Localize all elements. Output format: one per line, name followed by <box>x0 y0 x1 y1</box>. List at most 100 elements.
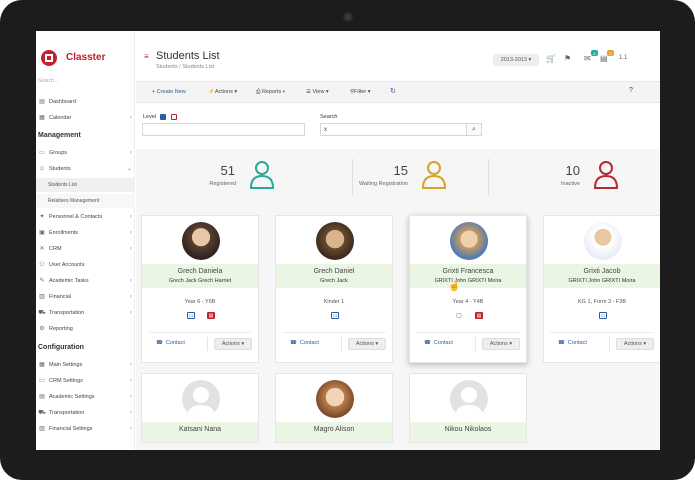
student-parents: GRIXTI John GRIXTI Moira <box>568 278 636 284</box>
registered-count: 51 <box>220 163 235 178</box>
level-checkbox-checked[interactable] <box>160 114 166 120</box>
pdf-icon[interactable]: ▤ <box>475 312 483 319</box>
student-parents: Grech Jack <box>320 278 348 284</box>
student-photo[interactable] <box>182 222 220 260</box>
student-card[interactable]: Katsani Nana <box>141 373 259 443</box>
contact-button[interactable]: ☎ Contact <box>558 340 587 346</box>
sidebar-item-enrollments[interactable]: ▣ Enrollments ‹ <box>36 227 135 238</box>
level-select[interactable] <box>142 123 305 136</box>
student-name[interactable]: Nikou Nikolaos <box>410 426 526 433</box>
student-name[interactable]: Katsani Nana <box>142 426 258 433</box>
stats-panel: 51 Registered 15 Waiting Registration 10… <box>136 149 660 205</box>
dashboard-icon: ▤ <box>39 99 45 105</box>
actions-dropdown[interactable]: Actions ▾ <box>214 338 252 350</box>
student-photo[interactable] <box>316 222 354 260</box>
calendar-icon: ▦ <box>39 115 45 121</box>
search-label: Search <box>320 114 338 120</box>
waiting-count: 15 <box>393 163 408 178</box>
student-name[interactable]: Grixti Jacob <box>544 268 660 275</box>
chevron-left-icon: ‹ <box>130 149 132 156</box>
student-class: KG 1, Form 3 - F3B <box>578 299 626 305</box>
sidebar-item-financial[interactable]: ▥ Financial ‹ <box>36 291 135 302</box>
student-card[interactable]: Magro Alison <box>275 373 393 443</box>
reports-menu[interactable]: ⎙ Reports ▾ <box>256 89 285 96</box>
sidebar-item-user-accounts[interactable]: ⚇ User Accounts <box>36 259 135 270</box>
contact-button[interactable]: ☎ Contact <box>156 340 185 346</box>
list-icon: ☰ <box>306 89 311 95</box>
actions-dropdown[interactable]: Actions ▾ <box>348 338 386 350</box>
sidebar-item-crm-settings[interactable]: ▭ CRM Settings ‹ <box>36 375 135 386</box>
contact-button[interactable]: ☎ Contact <box>424 340 453 346</box>
filter-menu[interactable]: ⚲Filter ▾ <box>350 89 371 95</box>
sidebar-item-transportation[interactable]: ⛟ Transportation ‹ <box>36 307 135 318</box>
chat-icon[interactable]: ▢ <box>455 312 463 319</box>
student-name[interactable]: Grech Daniela <box>142 268 258 275</box>
actions-menu[interactable]: ⚡Actions ▾ <box>208 89 237 95</box>
actions-dropdown[interactable]: Actions ▾ <box>616 338 654 350</box>
flag-icon[interactable]: ⚑ <box>564 54 571 63</box>
id-card-icon[interactable]: ▭ <box>187 312 195 319</box>
student-class: Year 6 - Y6B <box>184 299 216 305</box>
sidebar-item-calendar[interactable]: ▦ Calendar ‹ <box>36 112 135 123</box>
sidebar-item-crm[interactable]: ✕ CRM ‹ <box>36 243 135 254</box>
help-button[interactable]: ? <box>629 87 633 94</box>
sidebar-item-academic-settings[interactable]: ▤ Academic Settings ‹ <box>36 391 135 402</box>
search-input[interactable]: x <box>320 123 467 136</box>
student-photo-placeholder[interactable] <box>450 380 488 418</box>
notifications-badge: 2 <box>607 50 614 56</box>
student-photo-placeholder[interactable] <box>182 380 220 418</box>
year-select[interactable]: 2013-2013 ▾ <box>493 54 539 66</box>
contact-button[interactable]: ☎ Contact <box>290 340 319 346</box>
actions-dropdown[interactable]: Actions ▾ <box>482 338 520 350</box>
view-menu[interactable]: ☰ View ▾ <box>306 89 329 95</box>
page-header: ≡ Students List Students / Students List… <box>136 31 660 77</box>
page-title: Students List <box>156 50 220 62</box>
transportation-icon: ⛟ <box>38 309 46 316</box>
sidebar-item-main-settings[interactable]: ▦ Main Settings ‹ <box>36 359 135 370</box>
breadcrumb-students[interactable]: Students <box>156 64 178 70</box>
sidebar-search-input[interactable]: Search... <box>38 78 58 84</box>
user-menu[interactable]: 1.1 <box>619 55 627 61</box>
sidebar-subitem-students-list[interactable]: Students List <box>36 178 135 192</box>
crm-settings-icon: ▭ <box>39 378 45 384</box>
student-card[interactable]: Nikou Nikolaos <box>409 373 527 443</box>
cart-icon[interactable]: 🛒 <box>546 54 556 63</box>
sidebar-item-students[interactable]: ☺ Students ⌄ <box>36 163 135 174</box>
tablet-frame: Classter Search... ▤ Dashboard ▦ Calenda… <box>0 0 695 480</box>
create-new-button[interactable]: + Create New <box>152 89 186 95</box>
phone-icon: ☎ <box>424 340 431 346</box>
pdf-icon[interactable]: ▤ <box>207 312 215 319</box>
notifications-icon[interactable]: ▤ <box>600 54 608 63</box>
sidebar-item-reporting[interactable]: ⚙ Reporting <box>36 323 135 334</box>
student-name[interactable]: Grech Daniel <box>276 268 392 275</box>
messages-icon[interactable]: ✉ <box>584 54 591 63</box>
inactive-user-icon <box>593 161 619 189</box>
student-photo[interactable] <box>450 222 488 260</box>
id-card-icon[interactable]: ▭ <box>599 312 607 319</box>
student-icon: ☺ <box>38 165 46 172</box>
student-card[interactable]: Grixti Jacob GRIXTI John GRIXTI Moira KG… <box>543 215 660 363</box>
student-name[interactable]: Grixti Francesca <box>410 268 526 275</box>
app-name[interactable]: Classter <box>66 52 105 63</box>
hamburger-icon[interactable]: ≡ <box>144 52 149 61</box>
sidebar-item-transportation-settings[interactable]: ⛟ Transportation ‹ <box>36 407 135 418</box>
search-button[interactable]: ⌕ <box>466 123 482 136</box>
student-photo[interactable] <box>584 222 622 260</box>
messages-badge: 4 <box>591 50 598 56</box>
student-photo[interactable] <box>316 380 354 418</box>
sidebar-item-groups[interactable]: ▭ Groups ‹ <box>36 147 135 158</box>
sidebar-item-dashboard[interactable]: ▤ Dashboard <box>36 96 135 107</box>
sidebar-item-financial-settings[interactable]: ▥ Financial Settings ‹ <box>36 423 135 434</box>
sidebar-item-personnel[interactable]: ✦ Personnel & Contacts ‹ <box>36 211 135 222</box>
refresh-icon[interactable]: ↻ <box>390 87 396 95</box>
sidebar-item-academic-tasks[interactable]: ✎ Academic Tasks ‹ <box>36 275 135 286</box>
student-card[interactable]: Grech Daniel Grech Jack Kinder 1 ▭ ☎ Con… <box>275 215 393 363</box>
student-card[interactable]: Grixti Francesca GRIXTI John GRIXTI Moir… <box>409 215 527 363</box>
student-card[interactable]: Grech Daniela Grech Jack Grech Harriet Y… <box>141 215 259 363</box>
sidebar-subitem-relatives[interactable]: Relatives Management <box>36 194 135 208</box>
camera-icon <box>343 12 353 22</box>
main-settings-icon: ▦ <box>39 362 45 368</box>
id-card-icon[interactable]: ▭ <box>331 312 339 319</box>
student-name[interactable]: Magro Alison <box>276 426 392 433</box>
level-checkbox-unchecked[interactable] <box>171 114 177 120</box>
